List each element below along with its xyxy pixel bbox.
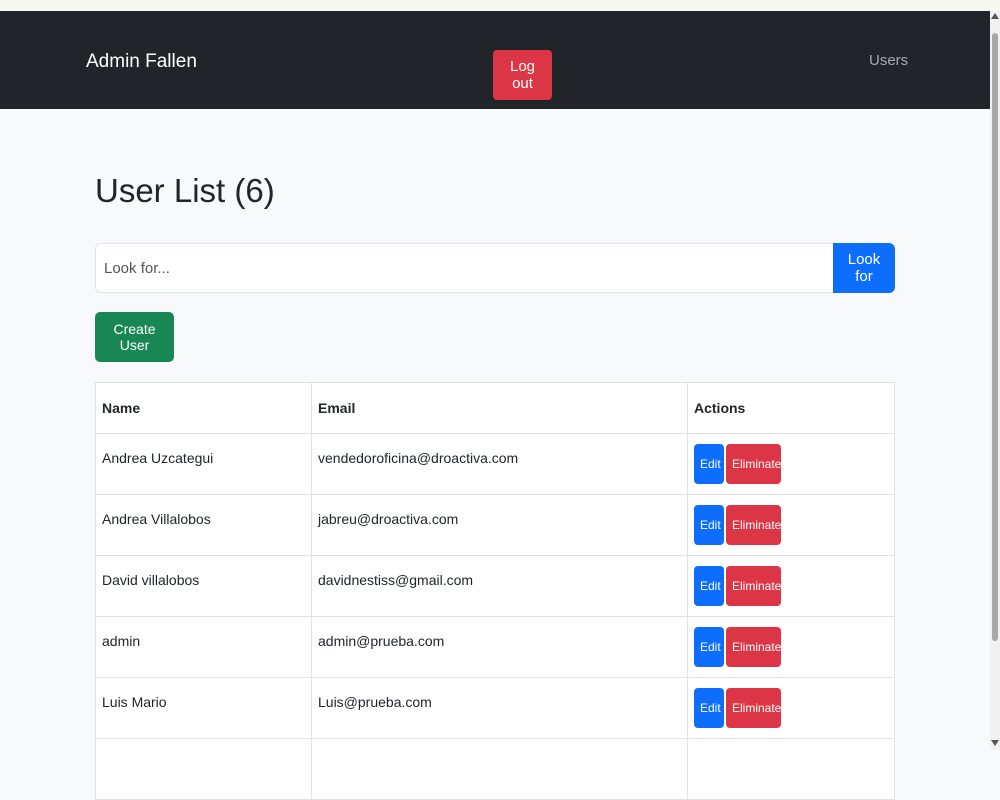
nav-link-users[interactable]: Users	[869, 52, 908, 69]
page-title: User List (6)	[95, 172, 275, 209]
eliminate-button[interactable]: Eliminate	[726, 444, 781, 484]
table-row	[95, 738, 895, 800]
table-row: Luis Mario Luis@prueba.com Edit Eliminate	[95, 677, 895, 739]
eliminate-button[interactable]: Eliminate	[726, 566, 781, 606]
actions-cell	[687, 738, 895, 800]
column-header-email: Email	[311, 382, 688, 434]
logout-button[interactable]: Log out	[493, 50, 552, 100]
user-email-cell	[311, 738, 688, 800]
search-button[interactable]: Look for	[833, 243, 895, 293]
user-name-cell: Luis Mario	[95, 677, 312, 739]
user-email-cell: admin@prueba.com	[311, 616, 688, 678]
table-row: Andrea Uzcategui vendedoroficina@droacti…	[95, 433, 895, 495]
actions-cell: Edit Eliminate	[687, 433, 895, 495]
user-name-cell: David villalobos	[95, 555, 312, 617]
user-name-cell: Andrea Villalobos	[95, 494, 312, 556]
scroll-up-arrow-icon[interactable]	[991, 13, 999, 19]
user-email-cell: Luis@prueba.com	[311, 677, 688, 739]
search-input[interactable]	[95, 243, 834, 293]
eliminate-button[interactable]: Eliminate	[726, 688, 781, 728]
scroll-down-arrow-icon[interactable]	[991, 740, 999, 746]
page-scrollbar[interactable]	[990, 11, 1000, 750]
table-row: David villalobos davidnestiss@gmail.com …	[95, 555, 895, 617]
user-email-cell: jabreu@droactiva.com	[311, 494, 688, 556]
column-header-name: Name	[95, 382, 312, 434]
edit-button[interactable]: Edit	[694, 688, 724, 728]
table-row: admin admin@prueba.com Edit Eliminate	[95, 616, 895, 678]
actions-cell: Edit Eliminate	[687, 494, 895, 556]
column-header-actions: Actions	[687, 382, 895, 434]
edit-button[interactable]: Edit	[694, 627, 724, 667]
eliminate-button[interactable]: Eliminate	[726, 627, 781, 667]
actions-cell: Edit Eliminate	[687, 616, 895, 678]
eliminate-button[interactable]: Eliminate	[726, 505, 781, 545]
user-name-cell	[95, 738, 312, 800]
brand-name[interactable]: Admin Fallen	[86, 51, 197, 73]
edit-button[interactable]: Edit	[694, 505, 724, 545]
edit-button[interactable]: Edit	[694, 566, 724, 606]
user-email-cell: vendedoroficina@droactiva.com	[311, 433, 688, 495]
create-user-button[interactable]: Create User	[95, 312, 174, 362]
user-name-cell: admin	[95, 616, 312, 678]
navbar: Admin Fallen Log out Users	[0, 11, 990, 109]
user-table: Name Email Actions Andrea Uzcategui vend…	[95, 382, 895, 800]
user-name-cell: Andrea Uzcategui	[95, 433, 312, 495]
user-email-cell: davidnestiss@gmail.com	[311, 555, 688, 617]
edit-button[interactable]: Edit	[694, 444, 724, 484]
scrollbar-thumb[interactable]	[992, 33, 998, 641]
actions-cell: Edit Eliminate	[687, 555, 895, 617]
actions-cell: Edit Eliminate	[687, 677, 895, 739]
table-header-row: Name Email Actions	[95, 382, 895, 434]
table-row: Andrea Villalobos jabreu@droactiva.com E…	[95, 494, 895, 556]
